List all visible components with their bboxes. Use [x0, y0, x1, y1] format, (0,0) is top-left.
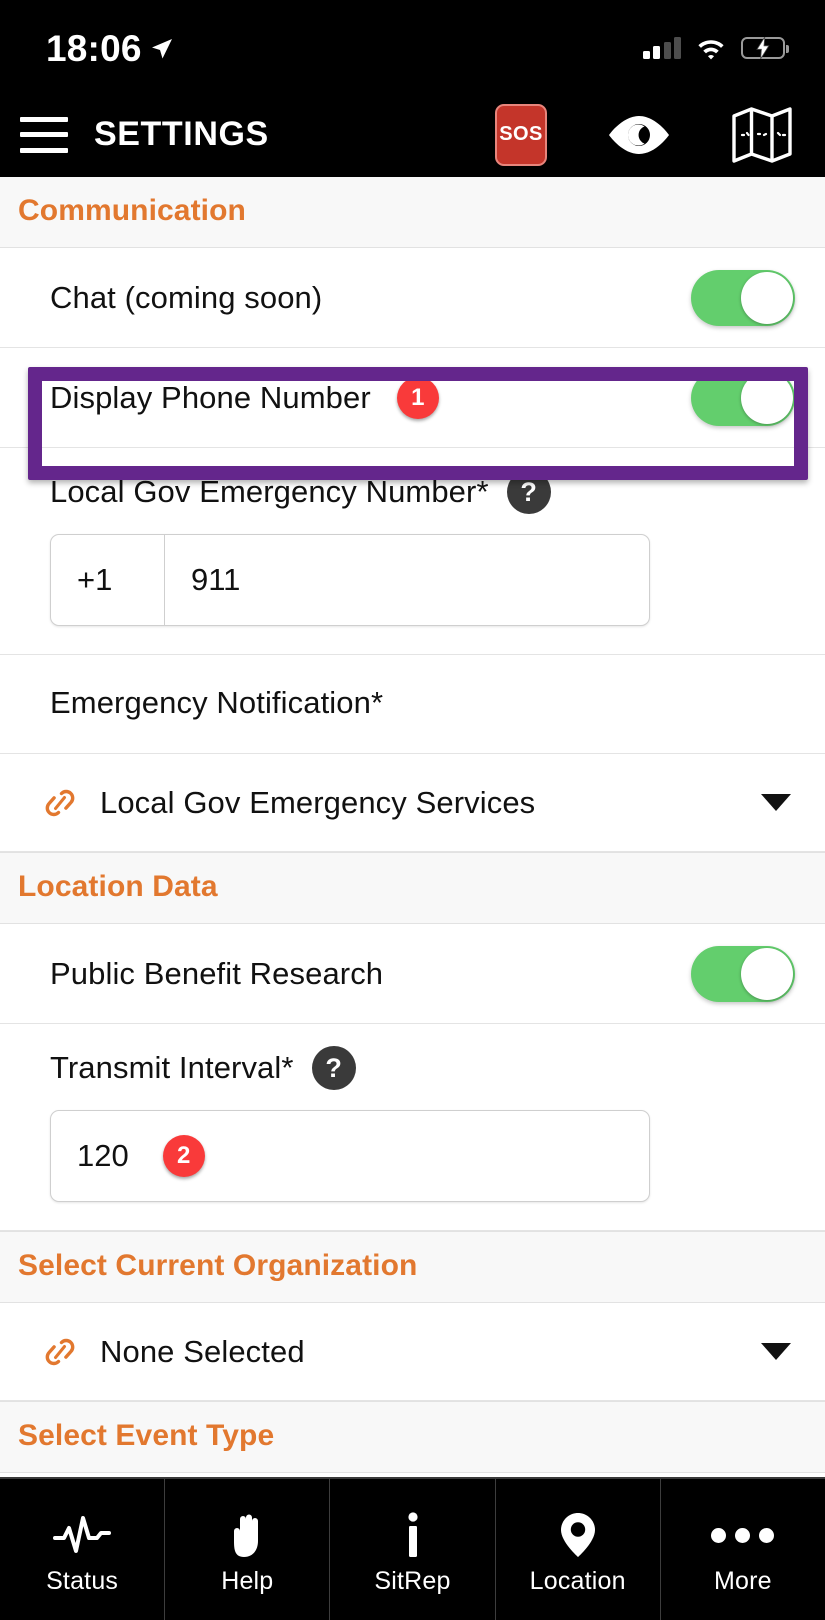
transmit-interval-input-row[interactable]: 120 2: [51, 1111, 649, 1201]
tab-help-label: Help: [221, 1567, 274, 1595]
status-bar-right: [642, 32, 789, 60]
chevron-down-icon-emergency-notification[interactable]: [761, 794, 791, 811]
page-title: SETTINGS: [94, 115, 269, 153]
hand-raised-icon: [226, 1511, 268, 1559]
chevron-down-icon-select-current-organization[interactable]: [761, 1343, 791, 1360]
row-public-benefit-research[interactable]: Public Benefit Research: [0, 924, 825, 1024]
link-icon: [45, 1338, 75, 1365]
map-icon[interactable]: [731, 106, 793, 164]
country-code-field[interactable]: +1: [51, 535, 165, 625]
status-bar-clock: 18:06: [46, 27, 142, 69]
section-header-communication: Communication: [0, 177, 825, 248]
row-display-phone-number-label: Display Phone Number: [50, 379, 371, 415]
ellipsis-icon: [711, 1511, 775, 1559]
emergency-notification-dropdown-left: Local Gov Emergency Services: [42, 785, 535, 821]
row-display-phone-number[interactable]: Display Phone Number 1: [0, 348, 825, 448]
local-gov-emergency-number-input-group[interactable]: +1 911: [50, 534, 650, 626]
transmit-interval-label: Transmit Interval*: [50, 1050, 294, 1085]
transmit-interval-label-row: Transmit Interval* ?: [50, 1046, 775, 1090]
phone-screen: 18:06 SETTINGS SOS Communication Chat (c…: [0, 0, 825, 1620]
status-bar: 18:06: [0, 0, 825, 92]
emergency-notification-dropdown[interactable]: Local Gov Emergency Services: [0, 754, 825, 852]
public-benefit-research-toggle[interactable]: [691, 945, 795, 1002]
bottom-tab-bar: Status Help SitRep Location More: [0, 1477, 825, 1620]
local-gov-emergency-number-label: Local Gov Emergency Number*: [50, 474, 489, 509]
tab-sitrep[interactable]: SitRep: [330, 1479, 496, 1620]
emergency-number-input[interactable]: 911: [165, 535, 649, 625]
cellular-signal-icon: [642, 37, 681, 59]
help-icon-transmit-interval[interactable]: ?: [311, 1046, 356, 1090]
display-phone-number-toggle-knob: [741, 371, 793, 424]
select-current-organization-selected-value: None Selected: [100, 1333, 305, 1369]
hamburger-menu-icon[interactable]: [20, 116, 68, 153]
pulse-waveform-icon: [53, 1511, 112, 1559]
display-phone-number-toggle[interactable]: [691, 369, 795, 426]
row-public-benefit-research-label: Public Benefit Research: [50, 955, 384, 991]
tab-location[interactable]: Location: [496, 1479, 661, 1620]
section-header-location-data: Location Data: [0, 852, 825, 924]
help-icon-local-gov-emergency-number[interactable]: ?: [506, 470, 551, 514]
tab-status-label: Status: [46, 1567, 119, 1595]
chat-toggle-knob: [741, 271, 793, 324]
tab-help[interactable]: Help: [165, 1479, 331, 1620]
app-header-actions: SOS: [495, 103, 799, 166]
select-current-organization-dropdown-left: None Selected: [42, 1334, 305, 1370]
status-bar-left: 18:06: [46, 26, 174, 67]
local-gov-emergency-number-label-row: Local Gov Emergency Number* ?: [50, 470, 775, 514]
battery-charging-icon: [741, 37, 789, 59]
wifi-icon: [698, 40, 724, 60]
sos-button[interactable]: SOS: [495, 103, 547, 166]
map-pin-icon: [559, 1511, 597, 1559]
tab-sitrep-label: SitRep: [374, 1567, 451, 1595]
link-icon: [45, 789, 75, 816]
emergency-notification-label: Emergency Notification*: [50, 685, 384, 720]
field-transmit-interval: Transmit Interval* ? 120 2: [0, 1024, 825, 1231]
step-badge-2: 2: [162, 1135, 205, 1177]
chat-toggle[interactable]: [691, 269, 795, 326]
field-emergency-notification-label: Emergency Notification*: [0, 655, 825, 754]
step-badge-1: 1: [396, 376, 439, 419]
tab-location-label: Location: [529, 1567, 626, 1595]
emergency-notification-selected-value: Local Gov Emergency Services: [100, 784, 536, 820]
section-header-select-event-type: Select Event Type: [0, 1401, 825, 1473]
public-benefit-research-toggle-knob: [741, 947, 793, 1000]
tab-status[interactable]: Status: [0, 1479, 166, 1620]
location-arrow-icon: [151, 38, 172, 58]
row-public-benefit-research-left: Public Benefit Research: [50, 956, 383, 992]
transmit-interval-input-group[interactable]: 120 2: [50, 1110, 650, 1202]
section-header-select-current-organization: Select Current Organization: [0, 1231, 825, 1303]
row-chat-label: Chat (coming soon): [50, 279, 323, 315]
eye-night-mode-icon[interactable]: [603, 112, 675, 158]
field-local-gov-emergency-number: Local Gov Emergency Number* ? +1 911: [0, 448, 825, 655]
transmit-interval-value: 120: [77, 1138, 129, 1173]
app-header: SETTINGS SOS: [0, 92, 825, 177]
settings-scroll-area[interactable]: Communication Chat (coming soon) Display…: [0, 177, 825, 1477]
select-current-organization-dropdown[interactable]: None Selected: [0, 1303, 825, 1401]
row-chat-left: Chat (coming soon): [50, 280, 322, 316]
tab-more-label: More: [714, 1567, 772, 1595]
info-icon: [403, 1511, 423, 1559]
row-chat[interactable]: Chat (coming soon): [0, 248, 825, 348]
row-display-phone-number-left: Display Phone Number 1: [50, 376, 439, 419]
tab-more[interactable]: More: [661, 1479, 825, 1620]
